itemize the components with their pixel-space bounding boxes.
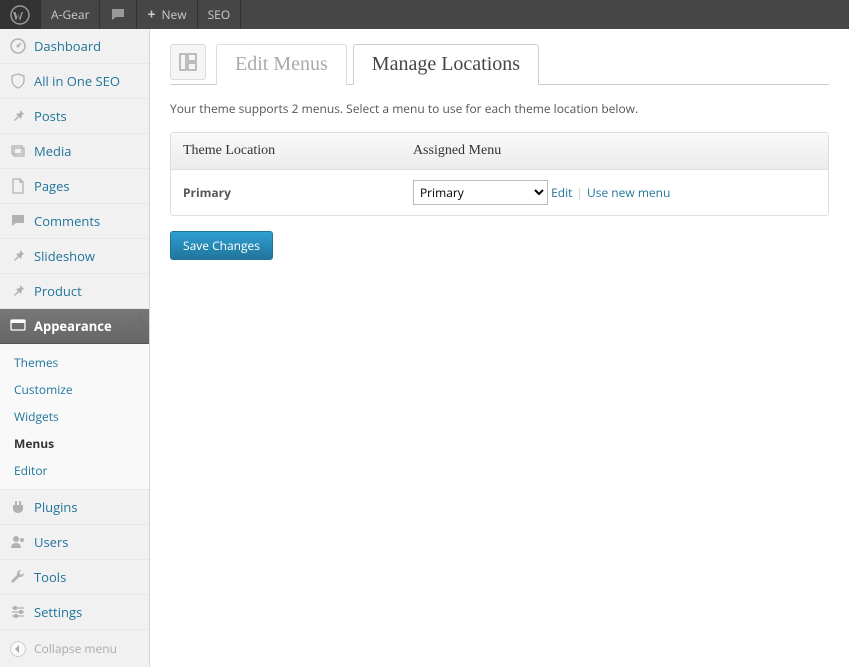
sidebar-item-product[interactable]: Product — [0, 274, 149, 309]
sidebar-item-label: Settings — [34, 603, 82, 621]
pin-icon — [10, 283, 26, 299]
tab-edit-menus[interactable]: Edit Menus — [216, 44, 347, 85]
locations-table: Theme Location Assigned Menu PrimaryPrim… — [170, 132, 829, 216]
intro-text: Your theme supports 2 menus. Select a me… — [170, 100, 829, 117]
sidebar-item-plugins[interactable]: Plugins — [0, 490, 149, 525]
sidebar-item-dashboard[interactable]: Dashboard — [0, 29, 149, 64]
collapse-menu[interactable]: Collapse menu — [0, 630, 149, 667]
location-cell: Primary — [171, 170, 401, 215]
admin-toolbar: A-Gear + New SEO — [0, 0, 849, 29]
sidebar-item-label: Product — [34, 282, 82, 300]
comments-item[interactable] — [100, 0, 137, 29]
edit-link[interactable]: Edit — [551, 184, 572, 201]
seo-item[interactable]: SEO — [198, 0, 242, 29]
submenu-item-editor[interactable]: Editor — [0, 457, 149, 484]
site-name-item[interactable]: A-Gear — [41, 0, 100, 29]
sidebar-item-pages[interactable]: Pages — [0, 169, 149, 204]
sidebar-item-label: Dashboard — [34, 37, 101, 55]
sidebar-item-slideshow[interactable]: Slideshow — [0, 239, 149, 274]
wordpress-icon — [10, 5, 30, 25]
sidebar-item-settings[interactable]: Settings — [0, 595, 149, 630]
dashboard-icon — [10, 38, 26, 54]
submenu-item-widgets[interactable]: Widgets — [0, 403, 149, 430]
submenu-item-customize[interactable]: Customize — [0, 376, 149, 403]
tab-manage-locations[interactable]: Manage Locations — [353, 44, 539, 85]
collapse-label: Collapse menu — [34, 640, 117, 657]
plugin-icon — [10, 499, 26, 515]
sidebar-item-label: Pages — [34, 177, 70, 195]
sidebar-item-label: Appearance — [34, 317, 112, 335]
sidebar-item-label: Users — [34, 533, 68, 551]
th-assigned: Assigned Menu — [401, 133, 828, 170]
admin-sidebar: Dashboard All in One SEO Posts Media Pages Co… — [0, 29, 150, 667]
th-location: Theme Location — [171, 133, 401, 170]
submenu-item-menus[interactable]: Menus — [0, 430, 149, 457]
sidebar-item-label: Tools — [34, 568, 66, 586]
sidebar-item-media[interactable]: Media — [0, 134, 149, 169]
table-row: PrimaryPrimary Edit|Use new menu — [171, 170, 828, 215]
tab-header: Edit Menus Manage Locations — [170, 44, 829, 85]
submenu-item-themes[interactable]: Themes — [0, 349, 149, 376]
content-area: Edit Menus Manage Locations Your theme s… — [150, 29, 849, 667]
page-icon — [10, 178, 26, 194]
sidebar-item-all-in-one-seo[interactable]: All in One SEO — [0, 64, 149, 99]
tools-icon — [10, 569, 26, 585]
use-new-link[interactable]: Use new menu — [587, 184, 670, 201]
sidebar-item-posts[interactable]: Posts — [0, 99, 149, 134]
sidebar-item-label: Slideshow — [34, 247, 95, 265]
sidebar-item-label: Posts — [34, 107, 67, 125]
sidebar-item-label: All in One SEO — [34, 72, 120, 90]
sidebar-item-comments[interactable]: Comments — [0, 204, 149, 239]
separator: | — [572, 184, 587, 201]
save-button[interactable]: Save Changes — [170, 231, 273, 260]
sidebar-item-label: Media — [34, 142, 71, 160]
seo-label: SEO — [208, 6, 231, 23]
assigned-cell: Primary Edit|Use new menu — [401, 170, 828, 215]
site-name: A-Gear — [51, 6, 89, 23]
comment-icon — [110, 7, 126, 23]
sidebar-item-users[interactable]: Users — [0, 525, 149, 560]
plus-icon: + — [147, 5, 155, 24]
layout-icon — [178, 52, 198, 72]
collapse-icon — [10, 641, 26, 657]
sidebar-item-label: Plugins — [34, 498, 78, 516]
menu-select[interactable]: Primary — [413, 180, 548, 205]
shield-icon — [10, 73, 26, 89]
comment-icon — [10, 213, 26, 229]
sidebar-item-appearance[interactable]: Appearance — [0, 309, 149, 344]
pin-icon — [10, 248, 26, 264]
screen-icon — [170, 44, 206, 80]
pin-icon — [10, 108, 26, 124]
new-label: New — [162, 6, 187, 23]
users-icon — [10, 534, 26, 550]
wp-logo-item[interactable] — [0, 0, 41, 29]
appearance-submenu: ThemesCustomizeWidgetsMenusEditor — [0, 344, 149, 490]
new-item[interactable]: + New — [137, 0, 197, 29]
media-icon — [10, 143, 26, 159]
appearance-icon — [10, 318, 26, 334]
sidebar-item-tools[interactable]: Tools — [0, 560, 149, 595]
settings-icon — [10, 604, 26, 620]
sidebar-item-label: Comments — [34, 212, 100, 230]
